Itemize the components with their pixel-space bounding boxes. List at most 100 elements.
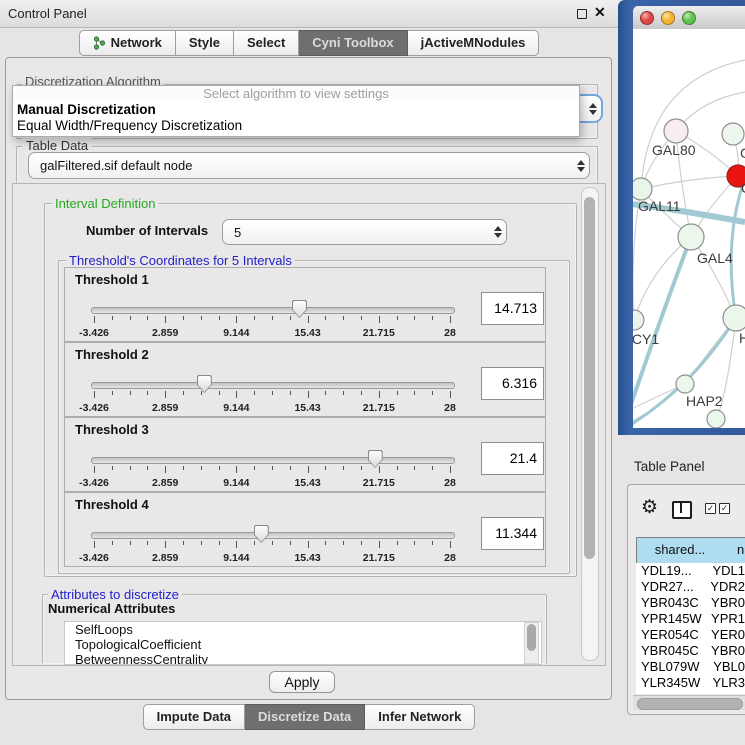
table-row[interactable]: YDR27...YDR2 xyxy=(636,579,745,595)
window-minimize-icon[interactable] xyxy=(661,11,675,25)
slider-tick xyxy=(236,466,237,473)
slider-thumb[interactable] xyxy=(292,300,307,318)
split-panel-icon[interactable] xyxy=(672,501,692,519)
network-node[interactable] xyxy=(722,123,744,145)
threshold-value-field[interactable]: 14.713 xyxy=(481,292,544,325)
slider-tick xyxy=(379,316,380,323)
table-row[interactable]: YBL079WYBL0 xyxy=(636,659,745,675)
table-row[interactable]: YLR345WYLR3 xyxy=(636,675,745,691)
table-row[interactable]: YBR043CYBR0 xyxy=(636,595,745,611)
deselect-all-checkbox-icon[interactable]: ✓ xyxy=(719,503,730,514)
scrollbar-thumb[interactable] xyxy=(527,624,536,651)
network-node[interactable] xyxy=(676,375,694,393)
slider-thumb[interactable] xyxy=(197,375,212,393)
cell-name: YDR2 xyxy=(704,579,745,595)
slider-thumb[interactable] xyxy=(254,525,269,543)
slider-tick xyxy=(290,316,291,320)
algorithm-option[interactable]: Manual Discretization xyxy=(13,102,579,118)
network-node[interactable] xyxy=(723,305,745,331)
network-node-label: C xyxy=(741,180,745,196)
scrollbar-thumb[interactable] xyxy=(584,197,595,559)
tab-style[interactable]: Style xyxy=(176,30,234,56)
table-row[interactable]: YPR145WYPR1 xyxy=(636,611,745,627)
network-canvas[interactable]: GAL80GCGAL11GAL4GCY1HHAP2 xyxy=(633,29,745,428)
slider-tick-label: 2.859 xyxy=(152,327,178,339)
num-intervals-combobox[interactable]: 5 xyxy=(222,219,507,245)
numerical-attributes-list[interactable]: SelfLoopsTopologicalCoefficientBetweenne… xyxy=(64,621,542,665)
network-window-titlebar[interactable] xyxy=(633,6,745,30)
table-row[interactable]: YER054CYER0 xyxy=(636,627,745,643)
attributes-list-scrollbar[interactable] xyxy=(524,622,539,664)
close-icon[interactable]: ✕ xyxy=(594,4,606,21)
tab-network[interactable]: Network xyxy=(79,30,176,56)
slider-thumb-face xyxy=(255,526,268,542)
column-header-shared[interactable]: shared... xyxy=(636,537,724,564)
table-data-combobox[interactable]: galFiltered.sif default node xyxy=(28,152,590,179)
tab-cyni-toolbox[interactable]: Cyni Toolbox xyxy=(299,30,407,56)
algorithm-option[interactable]: Equal Width/Frequency Discretization xyxy=(13,118,579,134)
column-header-name[interactable]: n xyxy=(723,537,745,564)
network-node[interactable] xyxy=(678,224,704,250)
slider-tick-label: -3.426 xyxy=(79,552,109,564)
algorithm-placeholder-option[interactable]: Select algorithm to view settings xyxy=(13,86,579,102)
slider-tick xyxy=(201,541,202,545)
tab-discretize-data[interactable]: Discretize Data xyxy=(245,704,365,730)
threshold-value-field[interactable]: 21.4 xyxy=(481,442,544,475)
network-node[interactable] xyxy=(664,119,688,143)
attribute-list-item[interactable]: SelfLoops xyxy=(65,622,541,637)
gear-icon[interactable]: ⚙ xyxy=(641,498,658,518)
network-node[interactable] xyxy=(633,178,652,200)
slider-track[interactable] xyxy=(91,307,455,314)
tab-impute-data[interactable]: Impute Data xyxy=(143,704,245,730)
window-zoom-icon[interactable] xyxy=(682,11,696,25)
table-row[interactable]: YDL19...YDL1 xyxy=(636,563,745,579)
tab-select[interactable]: Select xyxy=(234,30,299,56)
window-close-icon[interactable] xyxy=(640,11,654,25)
slider-tick xyxy=(130,466,131,470)
network-edge-highlighted[interactable] xyxy=(731,178,745,318)
slider-tick xyxy=(308,541,309,548)
slider-tick xyxy=(361,541,362,545)
slider-tick xyxy=(94,316,95,323)
threshold-value-field[interactable]: 6.316 xyxy=(481,367,544,400)
slider-thumb[interactable] xyxy=(368,450,383,468)
cell-name: YBL0 xyxy=(707,659,745,675)
tab-infer-network[interactable]: Infer Network xyxy=(365,704,475,730)
attribute-list-item[interactable]: TopologicalCoefficient xyxy=(65,637,541,652)
slider-tick xyxy=(325,541,326,545)
slider-tick xyxy=(112,541,113,545)
cell-name: YDL1 xyxy=(706,563,745,579)
slider-tick xyxy=(236,541,237,548)
slider-tick xyxy=(414,316,415,320)
table-horizontal-scrollbar[interactable] xyxy=(633,695,745,710)
slider-tick xyxy=(361,391,362,395)
slider-track[interactable] xyxy=(91,457,455,464)
slider-tick xyxy=(201,391,202,395)
network-node[interactable] xyxy=(707,410,725,428)
select-all-checkbox-icon[interactable]: ✓ xyxy=(705,503,716,514)
threshold-value-field[interactable]: 11.344 xyxy=(481,517,544,550)
network-node[interactable] xyxy=(633,310,644,330)
tab-label: Network xyxy=(111,31,162,55)
slider-tick xyxy=(219,541,220,545)
table-row[interactable]: YIL052CYIL0 xyxy=(636,691,745,694)
algorithm-dropdown-popup: Select algorithm to view settings Manual… xyxy=(12,85,580,137)
table-row[interactable]: YBR045CYBR0 xyxy=(636,643,745,659)
slider-tick xyxy=(112,466,113,470)
float-window-icon[interactable] xyxy=(577,9,587,19)
slider-track[interactable] xyxy=(91,382,455,389)
settings-scrollbar[interactable] xyxy=(581,187,599,661)
attribute-list-item[interactable]: BetweennessCentrality xyxy=(65,652,541,665)
scrollbar-thumb[interactable] xyxy=(637,698,743,710)
network-edge[interactable] xyxy=(634,237,691,320)
slider-tick xyxy=(183,466,184,470)
slider-tick xyxy=(325,316,326,320)
slider-tick xyxy=(290,391,291,395)
slider-tick xyxy=(254,391,255,395)
slider-track[interactable] xyxy=(91,532,455,539)
slider-tick xyxy=(450,466,451,473)
network-edge[interactable] xyxy=(641,176,738,189)
apply-button[interactable]: Apply xyxy=(269,671,335,693)
slider-tick xyxy=(94,466,95,473)
tab-jactivemnodules[interactable]: jActiveMNodules xyxy=(408,30,540,56)
